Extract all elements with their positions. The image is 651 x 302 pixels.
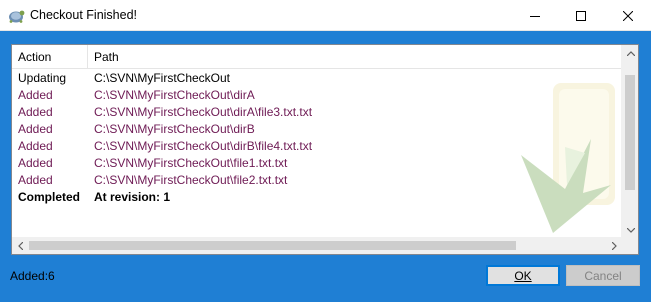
cancel-button[interactable]: Cancel (566, 265, 640, 286)
list-row[interactable]: Added C:\SVN\MyFirstCheckOut\dirB\file4.… (12, 138, 623, 155)
minimize-button[interactable] (512, 0, 558, 31)
close-button[interactable] (605, 0, 651, 31)
row-path: C:\SVN\MyFirstCheckOut (94, 71, 231, 85)
close-icon (623, 10, 633, 21)
scrollbar-corner (621, 237, 638, 254)
list-header: Action Path (12, 45, 623, 69)
window-title: Checkout Finished! (30, 8, 138, 22)
row-action: Added (18, 139, 53, 153)
maximize-button[interactable] (558, 0, 604, 31)
row-path: C:\SVN\MyFirstCheckOut\dirA\file3.txt.tx… (94, 105, 313, 119)
list-row[interactable]: Added C:\SVN\MyFirstCheckOut\dirB (12, 121, 623, 138)
column-header-action[interactable]: Action (12, 45, 88, 69)
row-path: C:\SVN\MyFirstCheckOut\file1.txt.txt (94, 156, 288, 170)
row-action: Added (18, 156, 53, 170)
row-path: At revision: 1 (94, 190, 171, 204)
dialog-body: Action Path Updating C:\SVN\MyFirstCheck… (0, 31, 651, 302)
results-list[interactable]: Action Path Updating C:\SVN\MyFirstCheck… (11, 44, 639, 255)
scroll-left-icon[interactable] (12, 237, 29, 254)
column-header-path[interactable]: Path (88, 45, 623, 69)
list-row[interactable]: Completed At revision: 1 (12, 189, 623, 206)
list-row[interactable]: Added C:\SVN\MyFirstCheckOut\dirA\file3.… (12, 104, 623, 121)
ok-button[interactable]: OK (486, 265, 560, 286)
vertical-scroll-thumb[interactable] (625, 75, 635, 190)
tortoisesvn-icon (7, 7, 25, 25)
scroll-up-icon[interactable] (622, 45, 638, 62)
horizontal-scroll-thumb[interactable] (29, 241, 516, 250)
row-action: Added (18, 105, 53, 119)
row-action: Added (18, 122, 53, 136)
list-rows: Updating C:\SVN\MyFirstCheckOut Added C:… (12, 70, 623, 206)
row-action: Completed (18, 190, 81, 204)
status-summary: Added:6 (10, 269, 55, 283)
list-row[interactable]: Updating C:\SVN\MyFirstCheckOut (12, 70, 623, 87)
row-path: C:\SVN\MyFirstCheckOut\dirB (94, 122, 255, 136)
ok-button-label: OK (514, 268, 532, 283)
row-action: Updating (18, 71, 67, 85)
row-action: Added (18, 173, 53, 187)
row-path: C:\SVN\MyFirstCheckOut\dirA (94, 88, 255, 102)
title-bar[interactable]: Checkout Finished! (0, 0, 651, 31)
row-path: C:\SVN\MyFirstCheckOut\dirB\file4.txt.tx… (94, 139, 313, 153)
cancel-button-label: Cancel (584, 268, 622, 283)
list-row[interactable]: Added C:\SVN\MyFirstCheckOut\file1.txt.t… (12, 155, 623, 172)
minimize-icon (530, 15, 540, 17)
list-row[interactable]: Added C:\SVN\MyFirstCheckOut\dirA (12, 87, 623, 104)
row-path: C:\SVN\MyFirstCheckOut\file2.txt.txt (94, 173, 288, 187)
horizontal-scrollbar[interactable] (12, 237, 623, 254)
row-action: Added (18, 88, 53, 102)
vertical-scrollbar[interactable] (621, 45, 638, 239)
maximize-icon (576, 10, 586, 21)
list-row[interactable]: Added C:\SVN\MyFirstCheckOut\file2.txt.t… (12, 172, 623, 189)
